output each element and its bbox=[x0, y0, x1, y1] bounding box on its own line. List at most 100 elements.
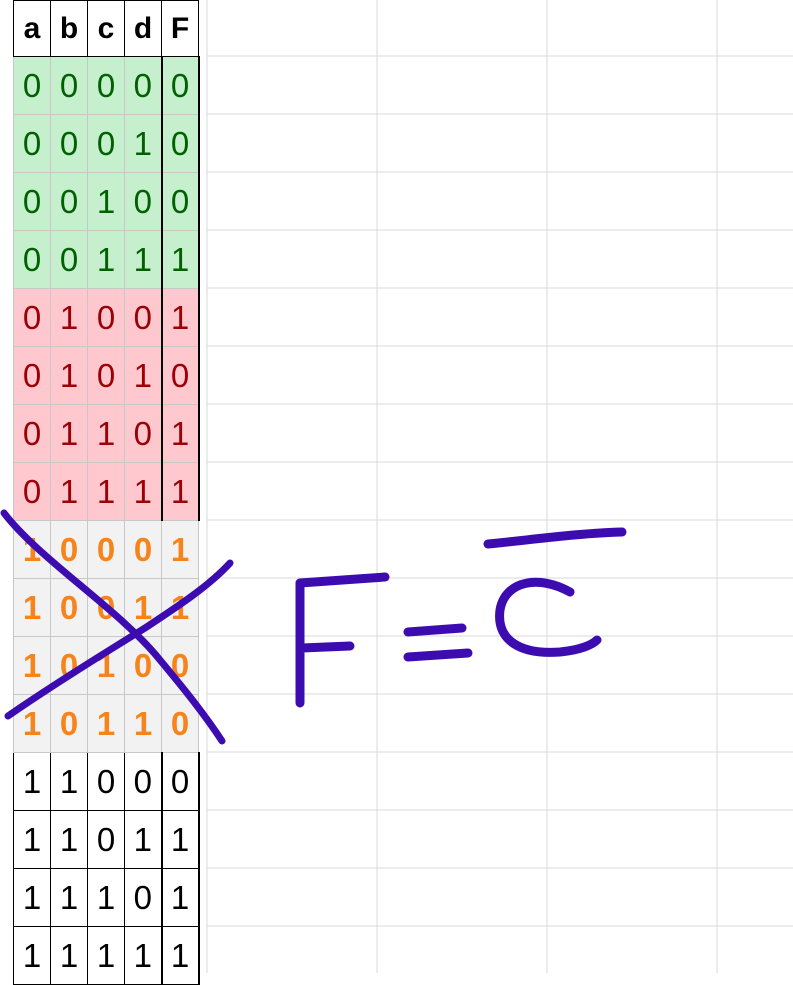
header-b[interactable]: b bbox=[50, 0, 88, 57]
cell-a[interactable]: 1 bbox=[13, 694, 51, 753]
cell-c[interactable]: 1 bbox=[87, 926, 125, 985]
cell-a[interactable]: 0 bbox=[13, 462, 51, 521]
cell-d[interactable]: 0 bbox=[124, 520, 162, 579]
cell-c[interactable]: 1 bbox=[87, 404, 125, 463]
cell-a[interactable]: 0 bbox=[13, 404, 51, 463]
cell-b[interactable]: 0 bbox=[50, 230, 88, 289]
table-row: 01111 bbox=[13, 462, 200, 521]
cell-b[interactable]: 1 bbox=[50, 810, 88, 869]
cell-d[interactable]: 0 bbox=[124, 752, 162, 811]
table-row: 10011 bbox=[13, 578, 199, 637]
cell-f[interactable]: 0 bbox=[160, 56, 200, 115]
cell-b[interactable]: 0 bbox=[50, 520, 88, 579]
cell-b[interactable]: 1 bbox=[50, 346, 88, 405]
cell-a[interactable]: 0 bbox=[13, 346, 51, 405]
cell-f[interactable]: 0 bbox=[160, 346, 200, 405]
cell-d[interactable]: 0 bbox=[124, 868, 162, 927]
cell-d[interactable]: 1 bbox=[124, 114, 162, 173]
cell-b[interactable]: 0 bbox=[50, 694, 88, 753]
cell-b[interactable]: 0 bbox=[50, 636, 88, 695]
cell-d[interactable]: 0 bbox=[124, 636, 162, 695]
cell-a[interactable]: 0 bbox=[13, 288, 51, 347]
header-a[interactable]: a bbox=[13, 0, 51, 57]
cell-b[interactable]: 0 bbox=[50, 114, 88, 173]
cell-d[interactable]: 1 bbox=[124, 230, 162, 289]
cell-f[interactable]: 1 bbox=[160, 404, 200, 463]
cell-b[interactable]: 1 bbox=[50, 288, 88, 347]
table-row: 00000 bbox=[13, 56, 200, 115]
cell-c[interactable]: 1 bbox=[87, 230, 125, 289]
cell-a[interactable]: 1 bbox=[13, 636, 51, 695]
cell-b[interactable]: 1 bbox=[50, 752, 88, 811]
cell-c[interactable]: 0 bbox=[87, 56, 125, 115]
cell-b[interactable]: 1 bbox=[50, 868, 88, 927]
cell-b[interactable]: 1 bbox=[50, 462, 88, 521]
table-row: 11111 bbox=[13, 926, 200, 985]
cell-a[interactable]: 0 bbox=[13, 230, 51, 289]
cell-f[interactable]: 0 bbox=[161, 694, 199, 753]
cell-c[interactable]: 1 bbox=[87, 636, 125, 695]
table-row: 01001 bbox=[13, 288, 200, 347]
cell-a[interactable]: 1 bbox=[13, 578, 51, 637]
cell-f[interactable]: 1 bbox=[160, 230, 200, 289]
cell-d[interactable]: 1 bbox=[124, 462, 162, 521]
cell-a[interactable]: 1 bbox=[13, 926, 51, 985]
cell-c[interactable]: 0 bbox=[87, 578, 125, 637]
cell-f[interactable]: 1 bbox=[161, 520, 199, 579]
cell-f[interactable]: 0 bbox=[160, 752, 200, 811]
cell-d[interactable]: 1 bbox=[124, 346, 162, 405]
cell-f[interactable]: 1 bbox=[160, 462, 200, 521]
cell-c[interactable]: 0 bbox=[87, 346, 125, 405]
cell-b[interactable]: 1 bbox=[50, 926, 88, 985]
cell-c[interactable]: 0 bbox=[87, 520, 125, 579]
cell-d[interactable]: 1 bbox=[124, 810, 162, 869]
cell-c[interactable]: 1 bbox=[87, 868, 125, 927]
cell-a[interactable]: 0 bbox=[13, 56, 51, 115]
cell-f[interactable]: 0 bbox=[160, 114, 200, 173]
cell-a[interactable]: 1 bbox=[13, 868, 51, 927]
header-row: a b c d F bbox=[13, 0, 199, 57]
cell-a[interactable]: 1 bbox=[13, 752, 51, 811]
header-d[interactable]: d bbox=[124, 0, 162, 57]
cell-f[interactable]: 1 bbox=[160, 926, 200, 985]
cell-b[interactable]: 0 bbox=[50, 578, 88, 637]
cell-d[interactable]: 1 bbox=[124, 694, 162, 753]
cell-b[interactable]: 0 bbox=[50, 56, 88, 115]
table-row: 10110 bbox=[13, 694, 199, 753]
cell-c[interactable]: 1 bbox=[87, 172, 125, 231]
cell-f[interactable]: 1 bbox=[160, 868, 200, 927]
cell-f[interactable]: 1 bbox=[160, 288, 200, 347]
cell-c[interactable]: 0 bbox=[87, 288, 125, 347]
table-row: 11000 bbox=[13, 752, 200, 811]
table-row: 00111 bbox=[13, 230, 200, 289]
truth-table-body: 0000000010001000011101001010100110101111… bbox=[13, 56, 200, 985]
table-row: 10001 bbox=[13, 520, 199, 579]
header-f[interactable]: F bbox=[161, 0, 199, 57]
cell-c[interactable]: 0 bbox=[87, 114, 125, 173]
cell-b[interactable]: 1 bbox=[50, 404, 88, 463]
cell-d[interactable]: 0 bbox=[124, 172, 162, 231]
cell-d[interactable]: 1 bbox=[124, 926, 162, 985]
cell-c[interactable]: 0 bbox=[87, 810, 125, 869]
cell-f[interactable]: 0 bbox=[161, 636, 199, 695]
cell-f[interactable]: 1 bbox=[160, 810, 200, 869]
cell-c[interactable]: 0 bbox=[87, 752, 125, 811]
cell-b[interactable]: 0 bbox=[50, 172, 88, 231]
table-row: 00010 bbox=[13, 114, 200, 173]
cell-f[interactable]: 1 bbox=[161, 578, 199, 637]
cell-c[interactable]: 1 bbox=[87, 694, 125, 753]
cell-a[interactable]: 0 bbox=[13, 114, 51, 173]
cell-d[interactable]: 1 bbox=[124, 578, 162, 637]
cell-d[interactable]: 0 bbox=[124, 404, 162, 463]
cell-a[interactable]: 1 bbox=[13, 520, 51, 579]
cell-c[interactable]: 1 bbox=[87, 462, 125, 521]
table-row: 10100 bbox=[13, 636, 199, 695]
header-c[interactable]: c bbox=[87, 0, 125, 57]
cell-d[interactable]: 0 bbox=[124, 56, 162, 115]
cell-f[interactable]: 0 bbox=[160, 172, 200, 231]
table-row: 01010 bbox=[13, 346, 200, 405]
cell-a[interactable]: 0 bbox=[13, 172, 51, 231]
cell-d[interactable]: 0 bbox=[124, 288, 162, 347]
table-row: 11101 bbox=[13, 868, 200, 927]
cell-a[interactable]: 1 bbox=[13, 810, 51, 869]
